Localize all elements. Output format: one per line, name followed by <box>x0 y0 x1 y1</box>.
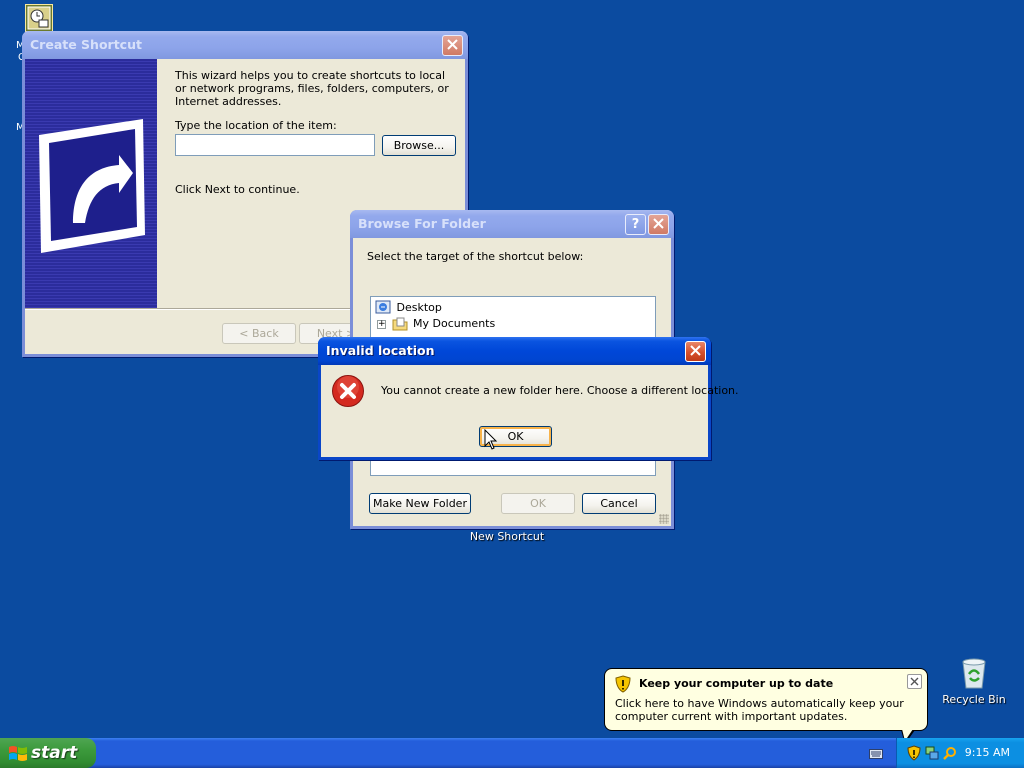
help-button[interactable]: ? <box>625 214 646 235</box>
new-shortcut-desktop-item[interactable]: New Shortcut <box>450 530 564 543</box>
clock-shortcut-icon <box>27 6 51 30</box>
create-shortcut-titlebar[interactable]: Create Shortcut <box>22 31 468 59</box>
resize-grip-icon[interactable] <box>659 514 669 524</box>
error-icon <box>332 375 364 407</box>
invalid-location-dialog: Invalid location You cannot create a new… <box>318 337 739 460</box>
network-icon[interactable] <box>925 746 939 760</box>
tree-item-label: My Documents <box>413 317 496 330</box>
recycle-bin-label: Recycle Bin <box>942 693 1006 706</box>
start-button[interactable]: start <box>0 738 96 768</box>
recycle-bin[interactable]: Recycle Bin <box>942 656 1006 706</box>
ok-button[interactable]: OK <box>501 493 575 514</box>
folder-icon <box>392 317 407 331</box>
search-icon[interactable] <box>943 746 957 760</box>
close-button[interactable] <box>685 341 706 362</box>
window-title: Create Shortcut <box>30 37 142 52</box>
update-balloon[interactable]: Keep your computer up to date Click here… <box>604 668 928 744</box>
recycle-bin-icon <box>962 658 986 689</box>
tree-item-label: Desktop <box>396 301 442 314</box>
security-shield-icon <box>615 675 631 693</box>
back-button[interactable]: < Back <box>222 323 296 344</box>
balloon-title: Keep your computer up to date <box>639 677 834 690</box>
clock[interactable]: 9:15 AM <box>965 738 1010 768</box>
expand-plus-icon[interactable]: + <box>377 319 386 329</box>
close-icon <box>910 677 919 686</box>
taskbar: start 9:15 AM <box>0 738 1024 768</box>
cancel-button[interactable]: Cancel <box>582 493 656 514</box>
browse-instruction: Select the target of the shortcut below: <box>367 250 584 263</box>
location-label: Type the location of the item: <box>175 119 337 132</box>
system-tray: 9:15 AM <box>896 738 1024 768</box>
keyboard-icon[interactable] <box>869 749 883 759</box>
close-icon <box>447 39 458 50</box>
close-button[interactable] <box>442 35 463 56</box>
continue-text: Click Next to continue. <box>175 183 300 196</box>
desktop-icon <box>375 300 391 314</box>
browse-button[interactable]: Browse... <box>382 135 456 156</box>
start-label: start <box>31 743 78 763</box>
tree-item-desktop[interactable]: Desktop <box>375 300 442 316</box>
alert-message: You cannot create a new folder here. Cho… <box>381 384 739 397</box>
balloon-close-button[interactable] <box>907 674 922 689</box>
tree-item-my-documents[interactable]: + My Documents <box>377 317 495 333</box>
alert-titlebar[interactable]: Invalid location <box>318 337 711 365</box>
close-icon <box>690 345 701 356</box>
mouse-cursor-icon <box>484 429 498 450</box>
window-title: Browse For Folder <box>358 216 486 231</box>
browse-titlebar[interactable]: Browse For Folder ? <box>350 210 674 238</box>
desktop-shortcut-icon-top[interactable] <box>25 4 53 32</box>
window-title: Invalid location <box>326 343 435 358</box>
make-new-folder-button[interactable]: Make New Folder <box>369 493 471 514</box>
location-input[interactable] <box>175 134 375 156</box>
wizard-intro-text: This wizard helps you to create shortcut… <box>175 69 449 108</box>
close-button[interactable] <box>648 214 669 235</box>
close-icon <box>653 218 664 229</box>
balloon-body: Click here to have Windows automatically… <box>615 697 904 723</box>
wizard-banner <box>25 59 157 308</box>
shortcut-arrow-icon <box>39 119 145 253</box>
security-shield-icon[interactable] <box>907 745 921 761</box>
windows-logo-icon <box>9 746 27 761</box>
new-shortcut-label: New Shortcut <box>469 530 545 543</box>
